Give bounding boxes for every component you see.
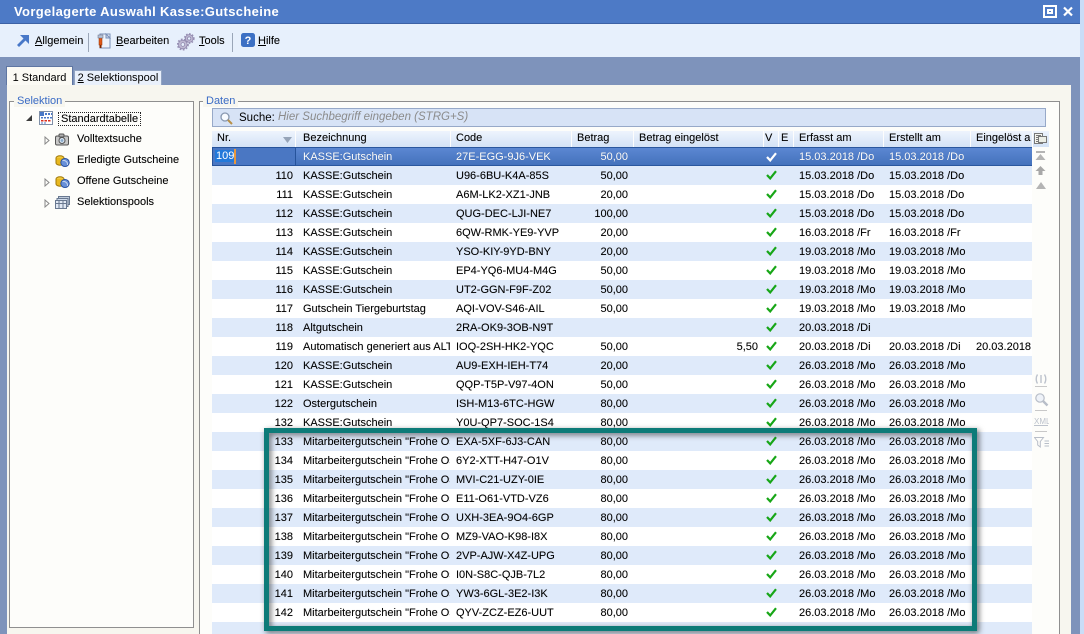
svg-text:XML: XML bbox=[1034, 417, 1049, 426]
svg-text:?: ? bbox=[245, 35, 252, 47]
